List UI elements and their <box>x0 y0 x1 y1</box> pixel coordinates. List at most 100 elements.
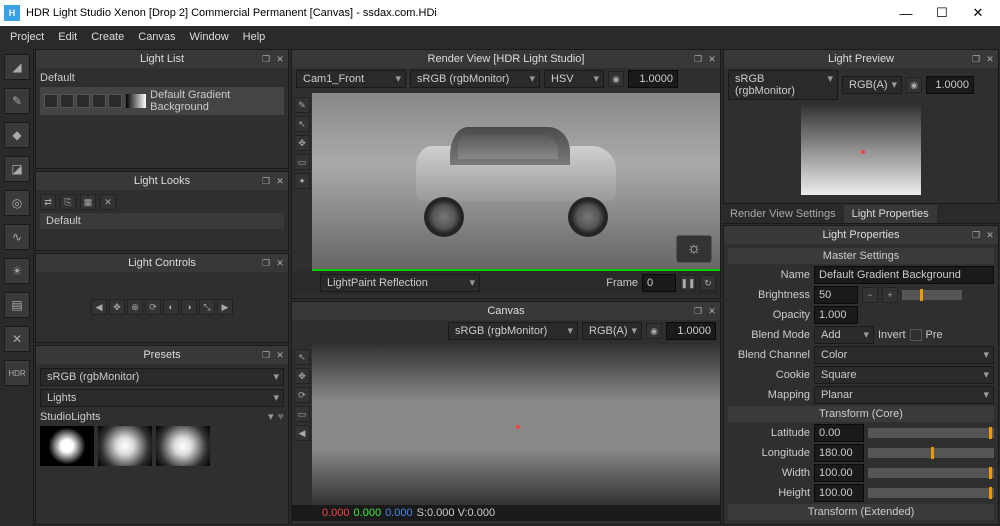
canvas-exposure-input[interactable]: 1.0000 <box>666 322 716 340</box>
dock-icon[interactable]: ❐ <box>692 53 704 65</box>
rv-star-icon[interactable]: ✦ <box>294 173 310 189</box>
prop-mapping-dropdown[interactable]: Planar <box>814 386 994 404</box>
lp-colorspace-dropdown[interactable]: sRGB (rgbMonitor) <box>728 70 838 100</box>
tool-sun-icon[interactable]: ☀ <box>4 258 30 284</box>
chevron-down-icon[interactable]: ▾ <box>268 410 274 423</box>
presets-colorspace-dropdown[interactable]: sRGB (rgbMonitor) <box>40 368 284 386</box>
plus-icon[interactable]: + <box>882 287 898 303</box>
preset-thumb[interactable] <box>40 426 94 466</box>
prop-latitude-input[interactable]: 0.00 <box>814 424 864 442</box>
minimize-button[interactable]: — <box>888 1 924 25</box>
rv-cursor-icon[interactable]: ↖ <box>294 116 310 132</box>
refresh-icon[interactable]: ↻ <box>700 275 716 291</box>
menu-window[interactable]: Window <box>190 31 229 43</box>
tool-eraser-icon[interactable]: ◢ <box>4 54 30 80</box>
rv-brush-icon[interactable]: ✎ <box>294 97 310 113</box>
canvas-mode-dropdown[interactable]: RGB(A) <box>582 322 642 340</box>
tool-ring-icon[interactable]: ◎ <box>4 190 30 216</box>
prop-blendmode-dropdown[interactable]: Add <box>814 326 874 344</box>
presets-cat1-dropdown[interactable]: Lights <box>40 389 284 407</box>
colorspace-dropdown[interactable]: sRGB (rgbMonitor) <box>410 70 540 88</box>
cv-rect-icon[interactable]: ▭ <box>294 406 310 422</box>
frame-input[interactable]: 0 <box>642 274 676 292</box>
canvas-colorspace-dropdown[interactable]: sRGB (rgbMonitor) <box>448 322 578 340</box>
look-item[interactable]: Default <box>40 213 284 229</box>
prop-brightness-input[interactable]: 50 <box>814 286 858 304</box>
ctrl-icon[interactable]: ◀ <box>91 299 107 315</box>
presets-cat2[interactable]: StudioLights <box>40 411 101 423</box>
canvas-viewport[interactable] <box>312 345 720 505</box>
looks-add-icon[interactable]: ⇄ <box>40 194 56 210</box>
menu-edit[interactable]: Edit <box>58 31 77 43</box>
cv-cursor-icon[interactable]: ↖ <box>294 349 310 365</box>
close-icon[interactable]: ✕ <box>706 305 718 317</box>
cv-back-icon[interactable]: ◀ <box>294 425 310 441</box>
close-icon[interactable]: ✕ <box>274 257 286 269</box>
dock-icon[interactable]: ❐ <box>260 257 272 269</box>
ctrl-icon[interactable]: ◑ <box>181 299 197 315</box>
dock-icon[interactable]: ❐ <box>260 349 272 361</box>
dock-icon[interactable]: ❐ <box>970 229 982 241</box>
maximize-button[interactable]: ☐ <box>924 1 960 25</box>
prop-name-input[interactable]: Default Gradient Background <box>814 266 994 284</box>
dock-icon[interactable]: ❐ <box>970 53 982 65</box>
close-button[interactable]: ✕ <box>960 1 996 25</box>
ctrl-icon[interactable]: ◐ <box>163 299 179 315</box>
menu-help[interactable]: Help <box>243 31 266 43</box>
looks-copy-icon[interactable]: ⎘ <box>60 194 76 210</box>
cv-rot-icon[interactable]: ⟳ <box>294 387 310 403</box>
preset-thumb[interactable] <box>156 426 210 466</box>
pause-icon[interactable]: ❚❚ <box>680 275 696 291</box>
ctrl-icon[interactable]: ✥ <box>109 299 125 315</box>
ctrl-icon[interactable]: ▶ <box>217 299 233 315</box>
prop-height-input[interactable]: 100.00 <box>814 484 864 502</box>
mode-dropdown[interactable]: HSV <box>544 70 604 88</box>
longitude-slider[interactable] <box>868 448 994 458</box>
tab-light-properties[interactable]: Light Properties <box>844 205 937 223</box>
close-icon[interactable]: ✕ <box>274 349 286 361</box>
light-preview-viewport[interactable] <box>724 105 998 195</box>
cv-cross-icon[interactable]: ✥ <box>294 368 310 384</box>
lp-exposure-input[interactable]: 1.0000 <box>926 76 974 94</box>
lightpaint-dropdown[interactable]: LightPaint Reflection <box>320 274 480 292</box>
light-list-item[interactable]: Default Gradient Background <box>40 87 284 115</box>
render-viewport[interactable]: ☼ <box>312 93 720 271</box>
prop-width-input[interactable]: 100.00 <box>814 464 864 482</box>
prop-opacity-input[interactable]: 1.000 <box>814 306 858 324</box>
looks-grid-icon[interactable]: ▦ <box>80 194 96 210</box>
menu-create[interactable]: Create <box>91 31 124 43</box>
close-icon[interactable]: ✕ <box>274 53 286 65</box>
tool-bars-icon[interactable]: ▤ <box>4 292 30 318</box>
prop-blendchannel-dropdown[interactable]: Color <box>814 346 994 364</box>
lp-mode-dropdown[interactable]: RGB(A) <box>842 76 902 94</box>
aperture-icon[interactable]: ◉ <box>646 323 662 339</box>
latitude-slider[interactable] <box>868 428 994 438</box>
menu-canvas[interactable]: Canvas <box>138 31 175 43</box>
ctrl-icon[interactable]: ⊕ <box>127 299 143 315</box>
aperture-icon[interactable]: ◉ <box>906 77 922 93</box>
camera-dropdown[interactable]: Cam1_Front <box>296 70 406 88</box>
prop-cookie-dropdown[interactable]: Square <box>814 366 994 384</box>
close-icon[interactable]: ✕ <box>274 175 286 187</box>
close-icon[interactable]: ✕ <box>984 53 996 65</box>
rv-cross-icon[interactable]: ✥ <box>294 135 310 151</box>
rv-rect-icon[interactable]: ▭ <box>294 154 310 170</box>
close-icon[interactable]: ✕ <box>984 229 996 241</box>
dock-icon[interactable]: ❐ <box>260 175 272 187</box>
tool-light-icon[interactable]: ◆ <box>4 122 30 148</box>
looks-delete-icon[interactable]: ✕ <box>100 194 116 210</box>
prop-longitude-input[interactable]: 180.00 <box>814 444 864 462</box>
exposure-input[interactable]: 1.0000 <box>628 70 678 88</box>
dock-icon[interactable]: ❐ <box>260 53 272 65</box>
close-icon[interactable]: ✕ <box>706 53 718 65</box>
sun-overlay-icon[interactable]: ☼ <box>676 235 712 263</box>
tool-curve-icon[interactable]: ∿ <box>4 224 30 250</box>
heart-icon[interactable]: ♥ <box>277 411 284 423</box>
minus-icon[interactable]: − <box>862 287 878 303</box>
menu-project[interactable]: Project <box>10 31 44 43</box>
height-slider[interactable] <box>868 488 994 498</box>
dock-icon[interactable]: ❐ <box>692 305 704 317</box>
invert-checkbox[interactable] <box>910 329 922 341</box>
ctrl-icon[interactable]: ⤡ <box>199 299 215 315</box>
tool-hdr-icon[interactable]: HDR <box>4 360 30 386</box>
